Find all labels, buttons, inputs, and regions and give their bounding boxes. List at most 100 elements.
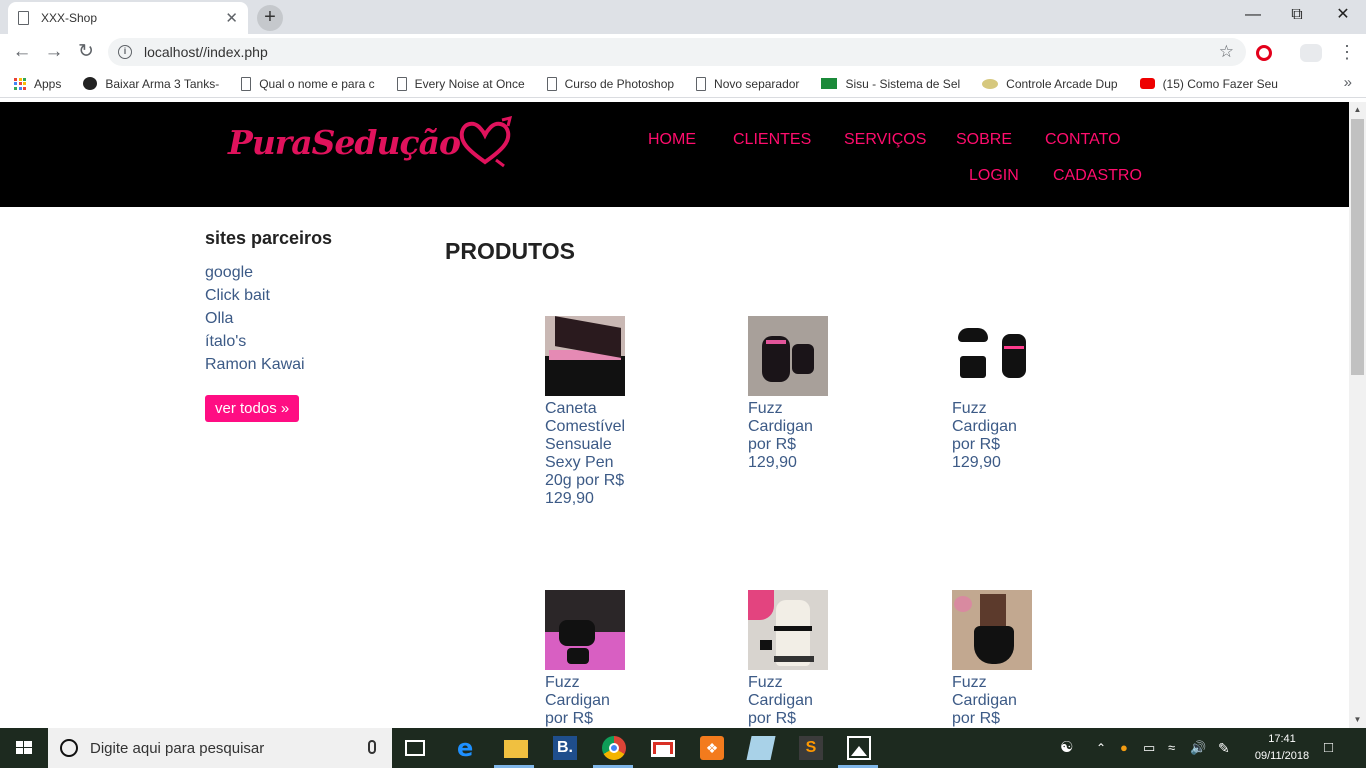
microphone-icon[interactable]	[368, 740, 376, 754]
people-icon[interactable]: ☯	[1060, 728, 1073, 768]
partner-link[interactable]: Ramon Kawai	[205, 353, 332, 376]
menu-kebab-icon[interactable]: ⋮	[1338, 40, 1356, 64]
nav-login[interactable]: LOGIN	[969, 167, 1019, 185]
tab-title: XXX-Shop	[41, 11, 98, 25]
page-icon	[18, 11, 29, 25]
product-name[interactable]: Fuzz Cardigan por R$	[545, 674, 629, 728]
site-info-icon[interactable]: i	[118, 45, 132, 59]
sublime-text-icon[interactable]: S	[799, 736, 823, 760]
product-name[interactable]: Fuzz Cardigan por R$	[748, 674, 832, 728]
product-name[interactable]: Fuzz Cardigan por R$	[952, 674, 1036, 728]
bookmark-item[interactable]: Sisu - Sistema de Sel	[821, 77, 960, 91]
opera-extension-icon[interactable]	[1256, 45, 1272, 61]
taskbar-search-box[interactable]: Digite aqui para pesquisar	[48, 728, 392, 768]
bookmark-item[interactable]: Controle Arcade Dup	[982, 77, 1118, 91]
nav-contato[interactable]: CONTATO	[1045, 131, 1121, 149]
action-center-icon[interactable]: □	[1324, 728, 1333, 768]
skull-icon	[83, 77, 98, 90]
bookmark-item[interactable]: Baixar Arma 3 Tanks-	[83, 77, 219, 91]
product-name[interactable]: Caneta Comestível Sensuale Sexy Pen 20g …	[545, 400, 629, 508]
volume-icon[interactable]: 🔊	[1190, 728, 1206, 768]
site-logo[interactable]: PuraSedução	[228, 112, 514, 172]
avast-icon[interactable]: ●	[1120, 728, 1128, 768]
b-app-icon[interactable]: B.	[553, 736, 577, 760]
address-bar[interactable]: i localhost//index.php ☆	[108, 38, 1246, 66]
gmail-icon[interactable]	[651, 740, 675, 757]
nav-clientes[interactable]: CLIENTES	[733, 131, 811, 149]
close-tab-icon[interactable]: ✕	[225, 9, 238, 27]
forward-arrow-icon[interactable]: →	[42, 40, 66, 64]
product-image[interactable]	[748, 590, 828, 670]
notes-app-icon[interactable]	[746, 736, 776, 760]
product-image[interactable]	[748, 316, 828, 396]
partner-link[interactable]: Click bait	[205, 284, 332, 307]
bookmark-item[interactable]: Novo separador	[696, 76, 799, 91]
bookmark-apps[interactable]: Apps	[14, 77, 61, 91]
file-explorer-icon[interactable]	[504, 740, 528, 758]
close-window-icon[interactable]: ✕	[1320, 0, 1366, 30]
product-image[interactable]	[545, 590, 625, 670]
youtube-icon	[1139, 78, 1155, 89]
reload-icon[interactable]: ↻	[74, 40, 98, 64]
url-text[interactable]: localhost//index.php	[144, 44, 1219, 60]
scroll-up-icon[interactable]: ▲	[1349, 102, 1366, 118]
page-icon	[241, 76, 252, 91]
product-card[interactable]: Fuzz Cardigan por R$	[545, 590, 655, 728]
product-name[interactable]: Fuzz Cardigan por R$ 129,90	[748, 400, 832, 472]
product-card[interactable]: Fuzz Cardigan por R$ 129,90	[748, 316, 858, 472]
product-name[interactable]: Fuzz Cardigan por R$ 129,90	[952, 400, 1036, 472]
product-image[interactable]	[952, 316, 1032, 396]
product-card[interactable]: Fuzz Cardigan por R$	[952, 590, 1062, 728]
browser-tab[interactable]: XXX-Shop ✕	[8, 2, 248, 34]
pen-workspace-icon[interactable]: ✎	[1218, 728, 1230, 768]
product-card[interactable]: Fuzz Cardigan por R$ 129,90	[952, 316, 1062, 472]
battery-icon[interactable]: ▭	[1143, 728, 1155, 768]
nav-sobre[interactable]: SOBRE	[956, 131, 1012, 149]
search-placeholder: Digite aqui para pesquisar	[90, 739, 265, 757]
page-scrollbar[interactable]: ▲ ▼	[1349, 102, 1366, 728]
new-tab-button[interactable]: +	[257, 5, 283, 31]
photos-icon[interactable]	[847, 736, 871, 760]
page-icon	[696, 76, 707, 91]
bookmark-item[interactable]: Qual o nome e para c	[241, 76, 375, 91]
windows-logo-icon	[16, 741, 32, 754]
page-icon	[546, 76, 557, 91]
product-card[interactable]: Caneta Comestível Sensuale Sexy Pen 20g …	[545, 316, 655, 508]
bookmark-item[interactable]: Curso de Photoshop	[546, 76, 674, 91]
scrollbar-thumb[interactable]	[1351, 119, 1364, 375]
task-view-icon[interactable]	[405, 740, 425, 756]
product-image[interactable]	[952, 590, 1032, 670]
tab-strip: XXX-Shop ✕ + — ⧉ ✕	[0, 0, 1366, 34]
cortana-icon[interactable]	[60, 739, 78, 757]
wifi-icon[interactable]: ≈	[1168, 728, 1175, 768]
taskbar-clock[interactable]: 17:41 09/11/2018	[1250, 731, 1314, 765]
restore-icon[interactable]: ⧉	[1274, 0, 1320, 30]
partner-link[interactable]: Olla	[205, 307, 332, 330]
bookmarks-bar: Apps Baixar Arma 3 Tanks- Qual o nome e …	[0, 70, 1366, 98]
edge-icon[interactable]: e	[457, 736, 481, 760]
clock-time: 17:41	[1268, 733, 1296, 745]
page-icon	[396, 76, 407, 91]
xampp-icon[interactable]: ❖	[700, 736, 724, 760]
chrome-icon[interactable]	[602, 736, 626, 760]
partner-link[interactable]: ítalo's	[205, 330, 332, 353]
product-card[interactable]: Fuzz Cardigan por R$	[748, 590, 858, 728]
nav-home[interactable]: HOME	[648, 131, 696, 149]
more-bookmarks-icon[interactable]: »	[1344, 74, 1352, 91]
products-heading: PRODUTOS	[445, 238, 575, 264]
bookmark-item[interactable]: Every Noise at Once	[396, 76, 525, 91]
see-all-button[interactable]: ver todos »	[205, 395, 300, 422]
bookmark-star-icon[interactable]: ☆	[1219, 42, 1234, 62]
bookmark-item[interactable]: (15) Como Fazer Seu	[1139, 77, 1278, 91]
minimize-icon[interactable]: —	[1230, 0, 1276, 30]
nav-cadastro[interactable]: CADASTRO	[1053, 167, 1142, 185]
product-image[interactable]	[545, 316, 625, 396]
partner-link[interactable]: google	[205, 261, 332, 284]
windows-start-button[interactable]	[0, 728, 48, 768]
nav-servicos[interactable]: SERVIÇOS	[844, 131, 926, 149]
sidebar-title: sites parceiros	[205, 228, 333, 248]
scroll-down-icon[interactable]: ▼	[1349, 712, 1366, 728]
back-arrow-icon[interactable]: ←	[10, 40, 34, 64]
extension-icon[interactable]	[1300, 44, 1322, 62]
show-hidden-icons[interactable]: ⌃	[1096, 728, 1106, 768]
